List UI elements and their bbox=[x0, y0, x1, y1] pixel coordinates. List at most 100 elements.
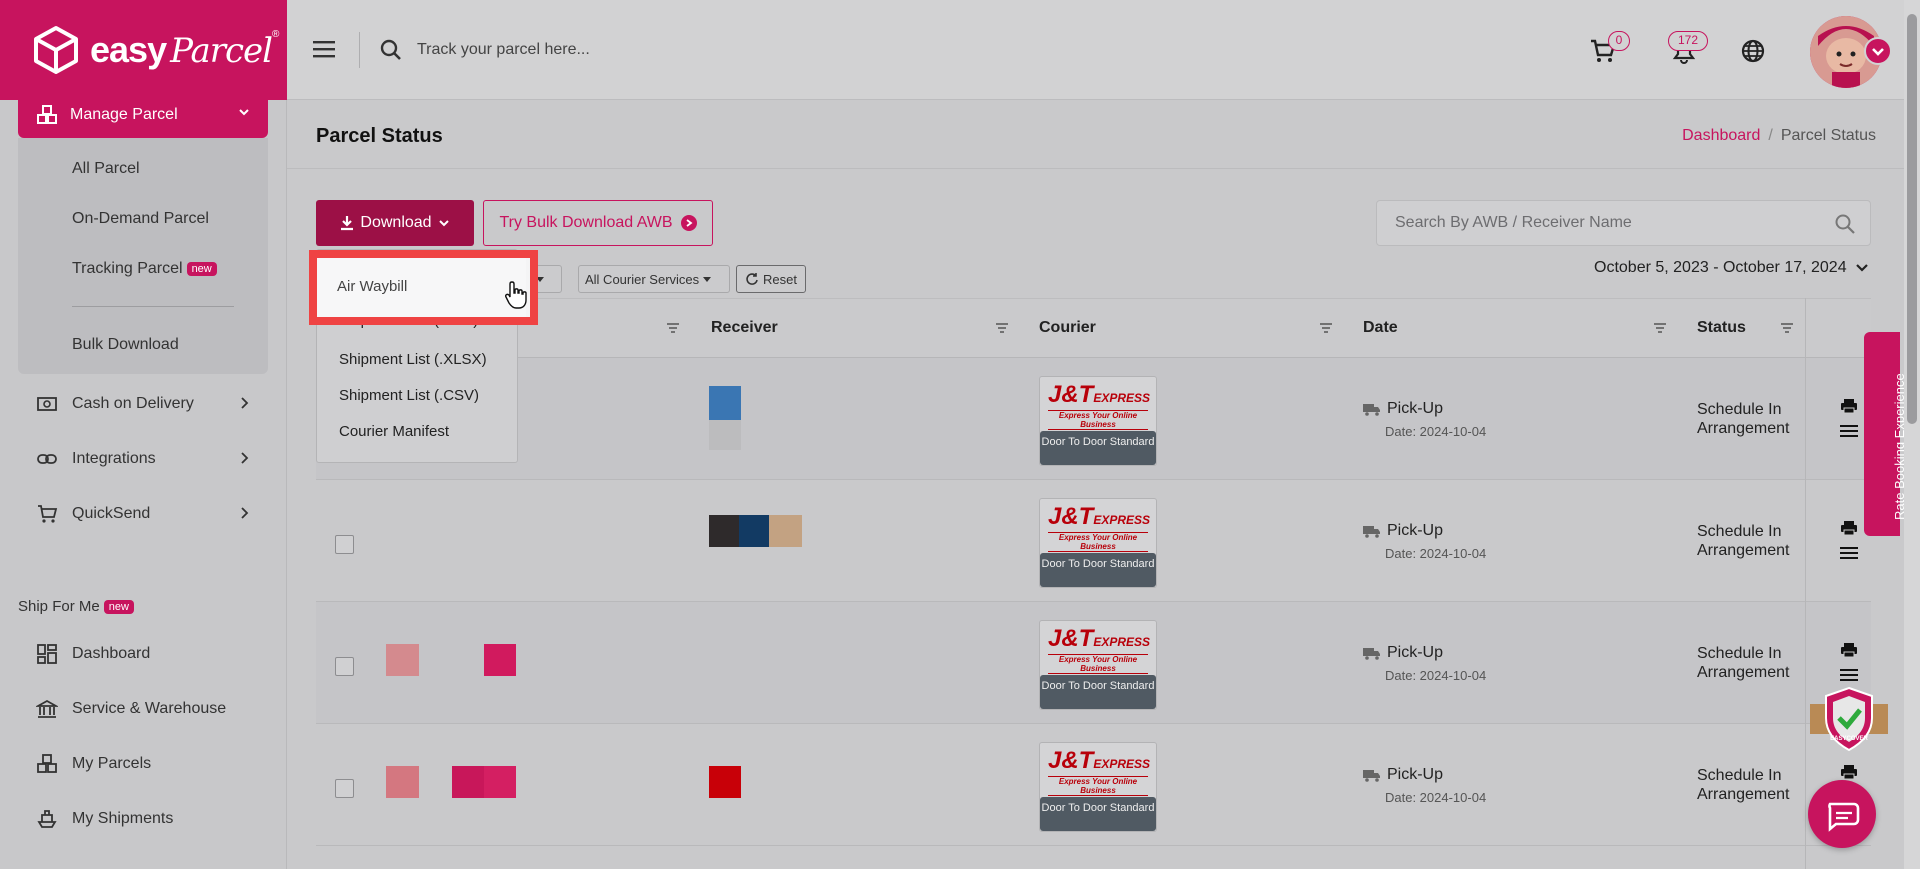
table-row[interactable]: J&TEXPRESS Express Your Online Business D… bbox=[316, 602, 1871, 724]
search-icon[interactable] bbox=[1834, 213, 1856, 235]
air-waybill-label: Air Waybill bbox=[337, 278, 408, 295]
menu-item-air-waybill[interactable]: Air Waybill bbox=[309, 250, 538, 325]
table-row[interactable]: J&TEXPRESS Express Your Online Business D… bbox=[316, 724, 1871, 846]
logo-text: easy Parcel bbox=[90, 29, 273, 71]
sidebar-item-bulk-download[interactable]: Bulk Download bbox=[72, 336, 179, 354]
reset-button[interactable]: Reset bbox=[736, 265, 806, 293]
truck-icon bbox=[1363, 525, 1380, 538]
track-parcel-input[interactable] bbox=[417, 34, 777, 66]
sort-icon[interactable] bbox=[995, 323, 1009, 333]
courier-logo-jt-express: J&TEXPRESS Express Your Online Business D… bbox=[1039, 620, 1157, 710]
truck-icon bbox=[1363, 769, 1380, 782]
pickup-text: Pick-Up bbox=[1387, 522, 1444, 539]
sidebar-item-all-parcel[interactable]: All Parcel bbox=[72, 160, 140, 178]
sidebar-item-my-shipments[interactable]: My Shipments bbox=[36, 807, 256, 831]
sidebar-item-on-demand-parcel[interactable]: On-Demand Parcel bbox=[72, 210, 209, 228]
download-button[interactable]: Download bbox=[316, 200, 474, 246]
sidebar-item-integrations[interactable]: Integrations bbox=[36, 447, 256, 471]
receiver-avatar-block bbox=[709, 515, 739, 547]
awb-search-box bbox=[1376, 200, 1871, 246]
pickup-date: Date: 2024-10-04 bbox=[1385, 790, 1487, 805]
search-icon bbox=[380, 39, 401, 60]
sidebar-item-tracking-parcel[interactable]: Tracking Parcel new bbox=[72, 260, 217, 278]
date-range-picker[interactable]: October 5, 2023 - October 17, 2024 bbox=[1594, 259, 1869, 277]
hamburger-menu-icon[interactable] bbox=[313, 40, 335, 58]
sidebar-item-label: On-Demand Parcel bbox=[72, 210, 209, 227]
sidebar-item-manage-parcel[interactable]: Manage Parcel bbox=[18, 92, 268, 138]
sidebar-item-quicksend[interactable]: QuickSend bbox=[36, 502, 256, 526]
sidebar-item-service-warehouse[interactable]: Service & Warehouse bbox=[36, 697, 256, 721]
awb-search-input[interactable] bbox=[1377, 201, 1797, 245]
chevron-down-icon bbox=[438, 220, 449, 227]
printer-icon[interactable] bbox=[1840, 764, 1858, 780]
courier-filter-select[interactable]: All Courier Services bbox=[578, 265, 730, 293]
logo[interactable]: easy Parcel ® bbox=[0, 0, 287, 100]
sort-icon[interactable] bbox=[666, 323, 680, 333]
easycover-widget[interactable]: EASYCOVER bbox=[1810, 686, 1888, 754]
pickup-date: Date: 2024-10-04 bbox=[1385, 668, 1487, 683]
header-divider bbox=[359, 32, 360, 68]
page-title-bar: Parcel Status Dashboard / Parcel Status bbox=[287, 101, 1904, 169]
sort-icon[interactable] bbox=[1780, 323, 1794, 333]
table-row[interactable]: J&TEXPRESS Express Your Online Business D… bbox=[316, 358, 1871, 480]
menu-lines-icon[interactable] bbox=[1840, 668, 1858, 682]
menu-item-courier-manifest[interactable]: Courier Manifest bbox=[339, 423, 449, 440]
courier-logo-jt-express: J&TEXPRESS Express Your Online Business D… bbox=[1039, 742, 1157, 832]
boxes-icon bbox=[37, 754, 57, 773]
refresh-icon bbox=[746, 273, 758, 285]
sender-avatar-block bbox=[386, 644, 419, 676]
page-scrollbar[interactable] bbox=[1904, 0, 1920, 869]
breadcrumb-dashboard-link[interactable]: Dashboard bbox=[1682, 127, 1760, 144]
download-icon bbox=[341, 216, 354, 231]
table-row[interactable]: J&TEXPRESS Express Your Online Business D… bbox=[316, 480, 1871, 602]
scrollbar-thumb[interactable] bbox=[1907, 14, 1917, 424]
chat-bubble-icon bbox=[1828, 802, 1860, 832]
receiver-avatar-block bbox=[769, 515, 802, 547]
ship-icon bbox=[37, 810, 57, 828]
sort-icon[interactable] bbox=[1319, 323, 1333, 333]
row-checkbox[interactable] bbox=[335, 779, 354, 798]
status-text: Schedule In Arrangement bbox=[1697, 401, 1790, 437]
bank-icon bbox=[36, 699, 58, 718]
jt-express-logo-icon: J&TEXPRESS Express Your Online Business bbox=[1048, 381, 1151, 430]
sidebar-item-dashboard[interactable]: Dashboard bbox=[36, 642, 256, 666]
row-checkbox[interactable] bbox=[335, 657, 354, 676]
printer-icon[interactable] bbox=[1840, 398, 1858, 414]
easycover-label: EASYCOVER bbox=[1830, 736, 1868, 742]
row-checkbox[interactable] bbox=[335, 535, 354, 554]
courier-logo-jt-express: J&TEXPRESS Express Your Online Business D… bbox=[1039, 376, 1157, 466]
pickup-label: Pick-Up bbox=[1363, 522, 1443, 540]
courier-filter-label: All Courier Services bbox=[585, 271, 700, 287]
menu-item-shipment-list-xlsx[interactable]: Shipment List (.XLSX) bbox=[339, 351, 487, 368]
sidebar-item-my-parcels[interactable]: My Parcels bbox=[36, 752, 256, 776]
sender-avatar-block bbox=[484, 766, 516, 798]
easycover-shield-icon bbox=[1810, 686, 1888, 752]
sender-avatar-block bbox=[386, 766, 419, 798]
chevron-right-icon bbox=[241, 507, 249, 519]
arrow-right-circle-icon bbox=[680, 215, 697, 231]
chat-button[interactable] bbox=[1808, 780, 1876, 848]
menu-lines-icon[interactable] bbox=[1840, 424, 1858, 438]
globe-icon[interactable] bbox=[1740, 38, 1766, 64]
cube-logo-icon bbox=[34, 26, 78, 74]
bulk-download-awb-button[interactable]: Try Bulk Download AWB bbox=[483, 200, 713, 246]
sort-icon[interactable] bbox=[1653, 323, 1667, 333]
printer-icon[interactable] bbox=[1840, 642, 1858, 658]
column-header-receiver: Receiver bbox=[711, 319, 778, 336]
column-header-date: Date bbox=[1363, 319, 1398, 336]
chevron-right-icon bbox=[241, 452, 249, 464]
rate-booking-experience-tab[interactable]: Rate Booking Experience bbox=[1864, 332, 1907, 536]
breadcrumb: Dashboard / Parcel Status bbox=[1682, 127, 1876, 145]
caret-down-icon bbox=[703, 276, 712, 282]
menu-item-shipment-list-csv[interactable]: Shipment List (.CSV) bbox=[339, 387, 479, 404]
sidebar-item-cash-on-delivery[interactable]: Cash on Delivery bbox=[36, 392, 256, 416]
notification-count-badge: 172 bbox=[1668, 31, 1708, 51]
courier-logo-jt-express: J&TEXPRESS Express Your Online Business D… bbox=[1039, 498, 1157, 588]
jt-express-logo-icon: J&TEXPRESS Express Your Online Business bbox=[1048, 625, 1151, 674]
service-type-badge: Door To Door Standard bbox=[1040, 431, 1156, 465]
manage-parcel-submenu: All Parcel On-Demand Parcel Tracking Par… bbox=[18, 138, 268, 374]
printer-icon[interactable] bbox=[1840, 520, 1858, 536]
actions-column-divider bbox=[1805, 298, 1806, 869]
menu-lines-icon[interactable] bbox=[1840, 546, 1858, 560]
profile-dropdown-button[interactable] bbox=[1864, 37, 1892, 65]
